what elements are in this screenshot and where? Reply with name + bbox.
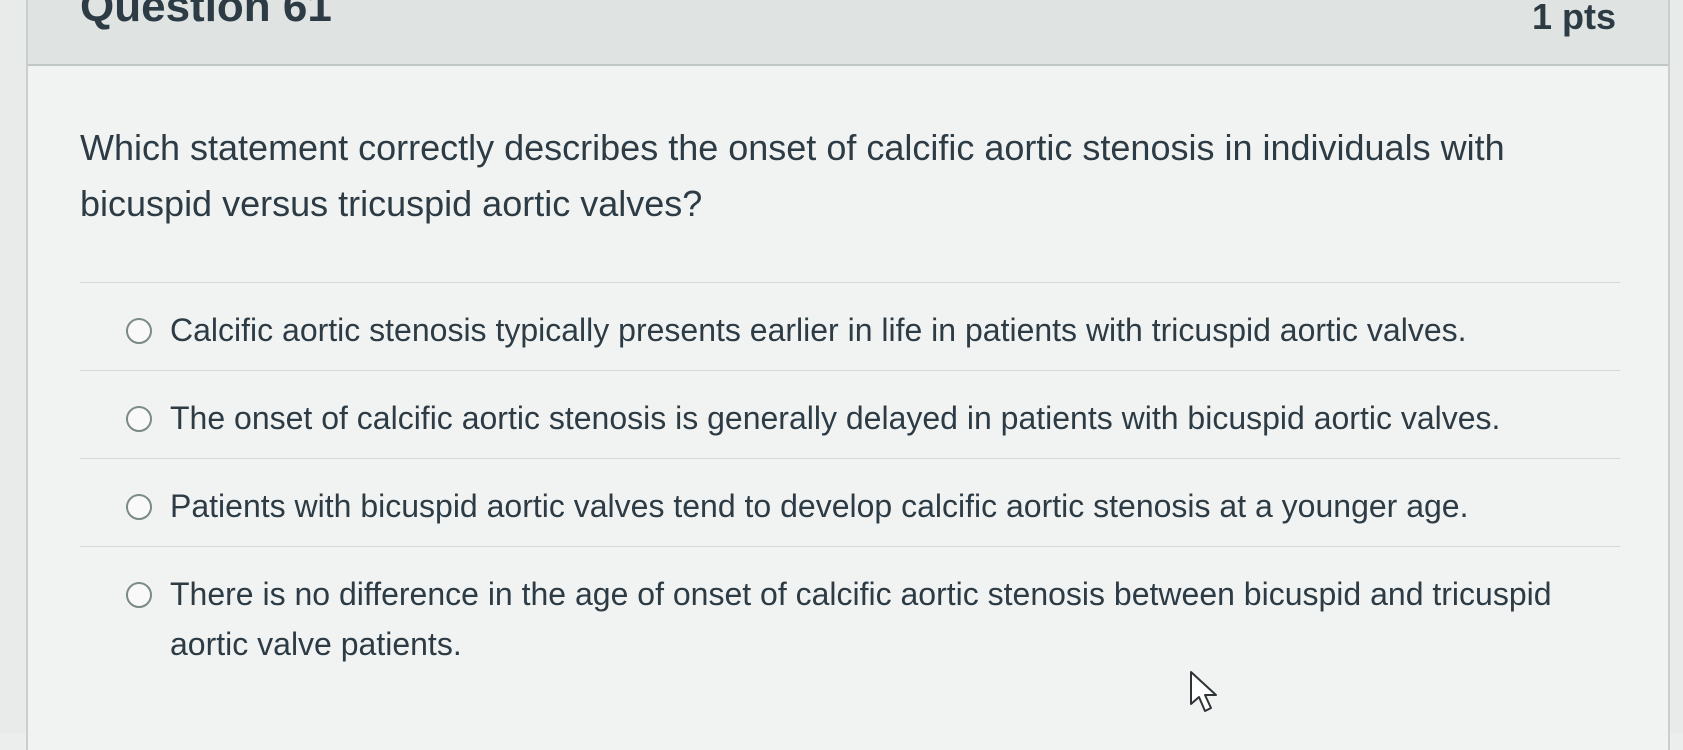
answer-option-4[interactable]: There is no difference in the age of ons… <box>80 546 1620 667</box>
answer-label[interactable]: Calcific aortic stenosis typically prese… <box>170 305 1590 355</box>
radio-unselected-icon[interactable] <box>126 318 152 344</box>
answer-option-3[interactable]: Patients with bicuspid aortic valves ten… <box>80 458 1620 546</box>
question-text: Which statement correctly describes the … <box>80 127 1505 224</box>
radio-unselected-icon[interactable] <box>126 406 152 432</box>
question-points: 1 pts <box>1531 0 1616 37</box>
answer-label[interactable]: Patients with bicuspid aortic valves ten… <box>170 481 1590 531</box>
question-card: Question 61 1 pts Which statement correc… <box>26 0 1670 750</box>
quiz-screen: Question 61 1 pts Which statement correc… <box>0 0 1683 750</box>
answer-label[interactable]: The onset of calcific aortic stenosis is… <box>170 393 1590 443</box>
answer-list: Calcific aortic stenosis typically prese… <box>80 282 1620 667</box>
question-title: Question 61 <box>80 0 332 31</box>
answer-label[interactable]: There is no difference in the age of ons… <box>170 569 1590 669</box>
mouse-pointer-icon <box>1190 671 1217 712</box>
radio-unselected-icon[interactable] <box>126 582 152 608</box>
radio-unselected-icon[interactable] <box>126 494 152 520</box>
question-header: Question 61 1 pts <box>28 0 1668 66</box>
answer-option-1[interactable]: Calcific aortic stenosis typically prese… <box>80 282 1620 370</box>
answer-option-2[interactable]: The onset of calcific aortic stenosis is… <box>80 370 1620 458</box>
